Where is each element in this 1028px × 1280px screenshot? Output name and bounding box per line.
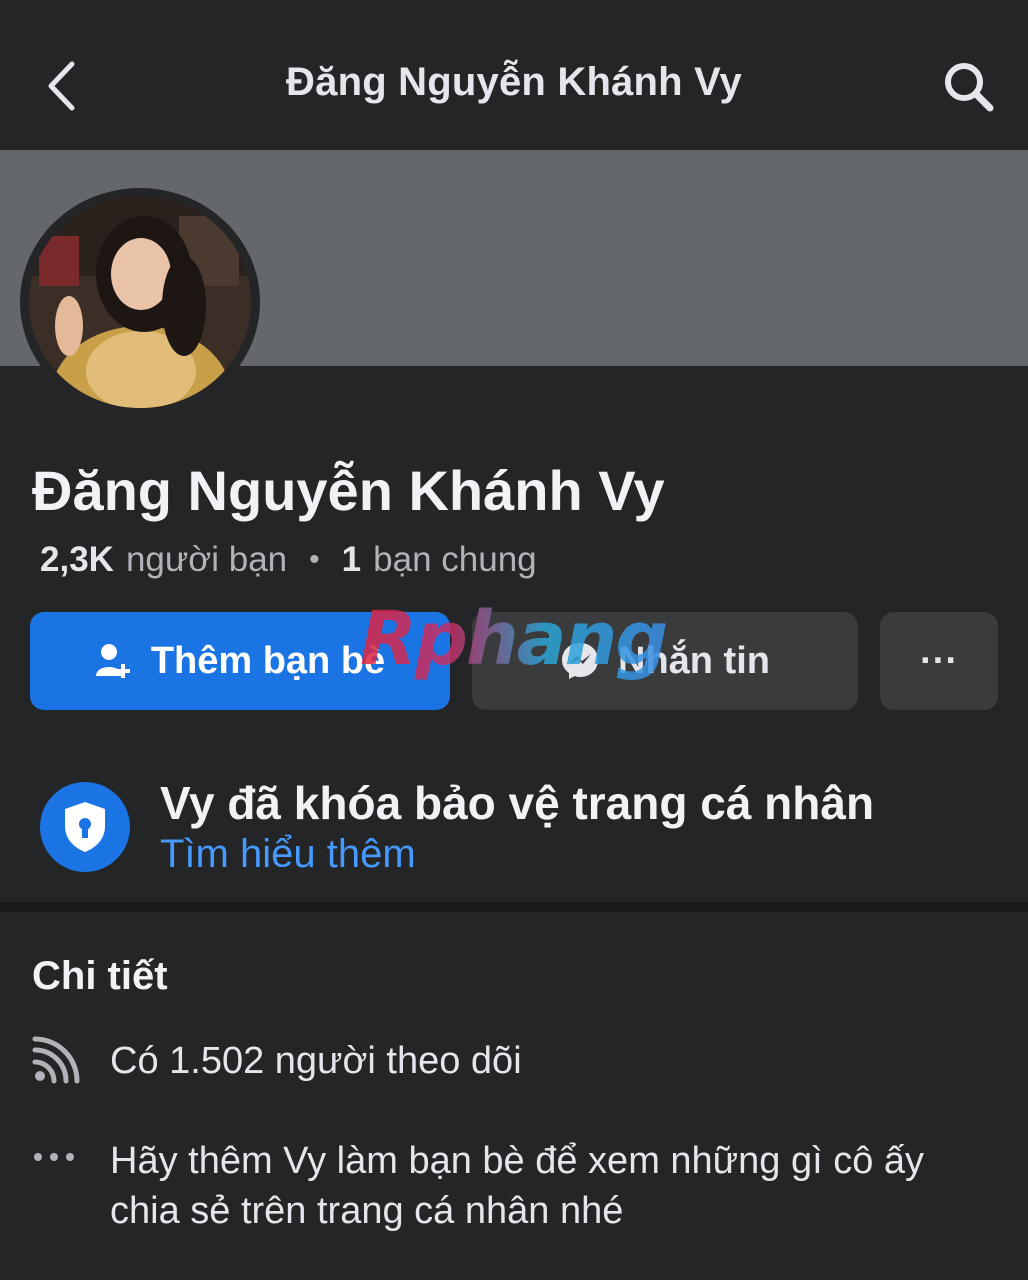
stats-separator: • bbox=[309, 543, 320, 576]
more-options-button[interactable]: ··· bbox=[880, 612, 998, 710]
friends-label: người bạn bbox=[125, 540, 288, 579]
profile-photo-image bbox=[29, 196, 251, 408]
rss-icon bbox=[32, 1036, 110, 1084]
learn-more-link[interactable]: Tìm hiểu thêm bbox=[160, 832, 416, 877]
add-friend-hint-text: Hãy thêm Vy làm bạn bè để xem những gì c… bbox=[110, 1140, 925, 1232]
mutual-friends-count: 1 bbox=[341, 540, 362, 579]
profile-name: Đăng Nguyễn Khánh Vy bbox=[32, 459, 665, 522]
detail-followers-row: Có 1.502 người theo dõi bbox=[32, 1036, 992, 1086]
message-label: Nhắn tin bbox=[618, 639, 770, 682]
search-button[interactable] bbox=[938, 56, 1000, 118]
friend-stats[interactable]: 2,3K người bạn • 1 bạn chung bbox=[40, 540, 537, 580]
profile-lock-title: Vy đã khóa bảo vệ trang cá nhân bbox=[160, 777, 875, 829]
add-friend-button[interactable]: Thêm bạn bè bbox=[30, 612, 450, 710]
mutual-friends-label: bạn chung bbox=[373, 540, 537, 579]
top-navigation-bar: Đăng Nguyễn Khánh Vy bbox=[0, 0, 1028, 150]
more-dots-icon bbox=[32, 1136, 110, 1164]
section-divider bbox=[0, 902, 1028, 912]
shield-lock-icon bbox=[40, 782, 130, 872]
profile-picture-frame bbox=[20, 188, 260, 416]
friends-count: 2,3K bbox=[40, 540, 114, 579]
message-button[interactable]: Nhắn tin bbox=[472, 612, 858, 710]
profile-picture[interactable] bbox=[29, 196, 251, 408]
messenger-icon bbox=[560, 641, 600, 681]
details-heading: Chi tiết bbox=[32, 954, 168, 998]
add-friend-label: Thêm bạn bè bbox=[150, 639, 386, 682]
more-options-label: ··· bbox=[920, 639, 958, 682]
detail-info-row: Hãy thêm Vy làm bạn bè để xem những gì c… bbox=[32, 1136, 992, 1236]
search-icon bbox=[945, 63, 994, 112]
followers-text: Có 1.502 người theo dõi bbox=[110, 1040, 522, 1082]
header-title: Đăng Nguyễn Khánh Vy bbox=[286, 60, 742, 104]
add-person-icon bbox=[95, 642, 133, 680]
